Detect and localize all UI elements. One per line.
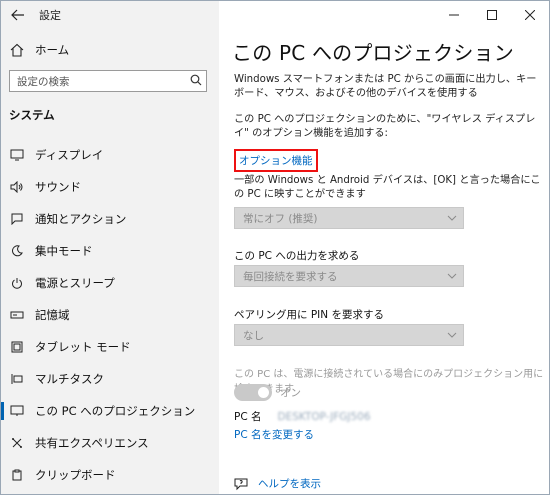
sidebar-item-tablet[interactable]: タブレット モード bbox=[1, 331, 219, 363]
main-content: この PC へのプロジェクション Windows スマートフォンまたは PC か… bbox=[219, 29, 549, 494]
sidebar-item-label: 記憶域 bbox=[35, 308, 70, 322]
rename-pc-link[interactable]: PC 名を変更する bbox=[234, 427, 314, 442]
clipboard-icon bbox=[9, 467, 25, 483]
moon-icon bbox=[9, 243, 25, 259]
pc-name-value: DESKTOP-JFGJ506 bbox=[277, 410, 371, 423]
storage-icon bbox=[9, 307, 25, 323]
power-toggle[interactable] bbox=[234, 384, 272, 401]
sidebar-item-clipboard[interactable]: クリップボード bbox=[1, 459, 219, 491]
sidebar-item-label: ディスプレイ bbox=[35, 148, 104, 162]
pc-name-label: PC 名 bbox=[234, 411, 262, 423]
sidebar-item-label: 電源とスリープ bbox=[35, 276, 115, 290]
setting3-value: なし bbox=[243, 329, 264, 342]
optional-note: この PC へのプロジェクションのために、"ワイヤレス ディスプレイ" のオプシ… bbox=[234, 114, 536, 139]
help-link[interactable]: ヘルプを表示 bbox=[258, 476, 321, 491]
home-icon bbox=[9, 42, 25, 58]
intro-text: Windows スマートフォンまたは PC からこの画面に出力し、キーボード、マ… bbox=[234, 74, 537, 99]
toggle-label: オン bbox=[280, 387, 301, 399]
sidebar-item-label: 集中モード bbox=[35, 244, 93, 258]
maximize-icon[interactable] bbox=[473, 1, 511, 29]
projection-icon bbox=[9, 403, 25, 419]
sidebar: 設定 ホーム 設定の検索 システム ディスプレイ サウンド 通知とアクション 集… bbox=[1, 1, 219, 494]
sidebar-item-label: 通知とアクション bbox=[35, 212, 127, 226]
settings-window: 設定 ホーム 設定の検索 システム ディスプレイ サウンド 通知とアクション 集… bbox=[0, 0, 550, 495]
sidebar-item-home[interactable]: ホーム bbox=[1, 37, 219, 63]
notification-icon bbox=[9, 211, 25, 227]
chevron-down-icon bbox=[441, 271, 463, 282]
sidebar-item-projection[interactable]: この PC へのプロジェクション bbox=[1, 395, 219, 427]
close-icon[interactable] bbox=[511, 1, 549, 29]
help-row: ヘルプを表示 bbox=[234, 476, 321, 491]
speaker-icon bbox=[9, 179, 25, 195]
help-icon bbox=[234, 477, 248, 491]
sidebar-item-label: タブレット モード bbox=[35, 340, 131, 354]
minimize-icon[interactable] bbox=[435, 1, 473, 29]
sidebar-item-focus[interactable]: 集中モード bbox=[1, 235, 219, 267]
setting1-label: 一部の Windows と Android デバイスは、[OK] と言った場合に… bbox=[234, 175, 541, 200]
tablet-icon bbox=[9, 339, 25, 355]
section-header: システム bbox=[9, 108, 55, 122]
setting3-label: ペアリング用に PIN を要求する bbox=[234, 309, 384, 321]
page-title: この PC へのプロジェクション bbox=[232, 41, 514, 65]
search-icon[interactable] bbox=[186, 74, 206, 89]
sidebar-item-multitask[interactable]: マルチタスク bbox=[1, 363, 219, 395]
multitask-icon bbox=[9, 371, 25, 387]
sidebar-item-display[interactable]: ディスプレイ bbox=[1, 139, 219, 171]
sidebar-item-label: サウンド bbox=[35, 180, 81, 194]
nav-list: ディスプレイ サウンド 通知とアクション 集中モード 電源とスリープ 記憶域 タ… bbox=[1, 139, 219, 491]
power-toggle-row: オン bbox=[234, 384, 301, 401]
setting2-label: この PC への出力を求める bbox=[234, 250, 360, 262]
sidebar-item-power[interactable]: 電源とスリープ bbox=[1, 267, 219, 299]
search-input[interactable]: 設定の検索 bbox=[9, 70, 207, 92]
chevron-down-icon bbox=[441, 213, 463, 224]
setting3-dropdown[interactable]: なし bbox=[234, 324, 464, 346]
setting2-value: 毎回接続を要求する bbox=[243, 270, 338, 283]
sidebar-item-sound[interactable]: サウンド bbox=[1, 171, 219, 203]
search-placeholder: 設定の検索 bbox=[17, 75, 70, 88]
sidebar-item-label: クリップボード bbox=[35, 468, 116, 482]
pc-name-row: PC 名 DESKTOP-JFGJ506 bbox=[234, 409, 371, 424]
titlebar-left: 設定 bbox=[1, 1, 219, 29]
monitor-icon bbox=[9, 147, 25, 163]
sidebar-item-label: 共有エクスペリエンス bbox=[35, 436, 149, 450]
window-title: 設定 bbox=[39, 9, 61, 22]
window-controls bbox=[435, 1, 549, 29]
chevron-down-icon bbox=[441, 330, 463, 341]
sidebar-item-label: この PC へのプロジェクション bbox=[35, 404, 196, 418]
toggle-knob bbox=[258, 387, 269, 398]
sidebar-item-label: マルチタスク bbox=[35, 372, 104, 386]
home-label: ホーム bbox=[35, 43, 70, 57]
power-icon bbox=[9, 275, 25, 291]
setting1-value: 常にオフ (推奨) bbox=[243, 212, 318, 225]
setting2-dropdown[interactable]: 毎回接続を要求する bbox=[234, 265, 464, 287]
back-arrow-icon[interactable] bbox=[1, 1, 35, 29]
share-icon bbox=[9, 435, 25, 451]
sidebar-item-storage[interactable]: 記憶域 bbox=[1, 299, 219, 331]
sidebar-item-notifications[interactable]: 通知とアクション bbox=[1, 203, 219, 235]
setting1-dropdown[interactable]: 常にオフ (推奨) bbox=[234, 207, 464, 229]
optional-features-link[interactable]: オプション機能 bbox=[234, 149, 318, 172]
sidebar-item-shared[interactable]: 共有エクスペリエンス bbox=[1, 427, 219, 459]
